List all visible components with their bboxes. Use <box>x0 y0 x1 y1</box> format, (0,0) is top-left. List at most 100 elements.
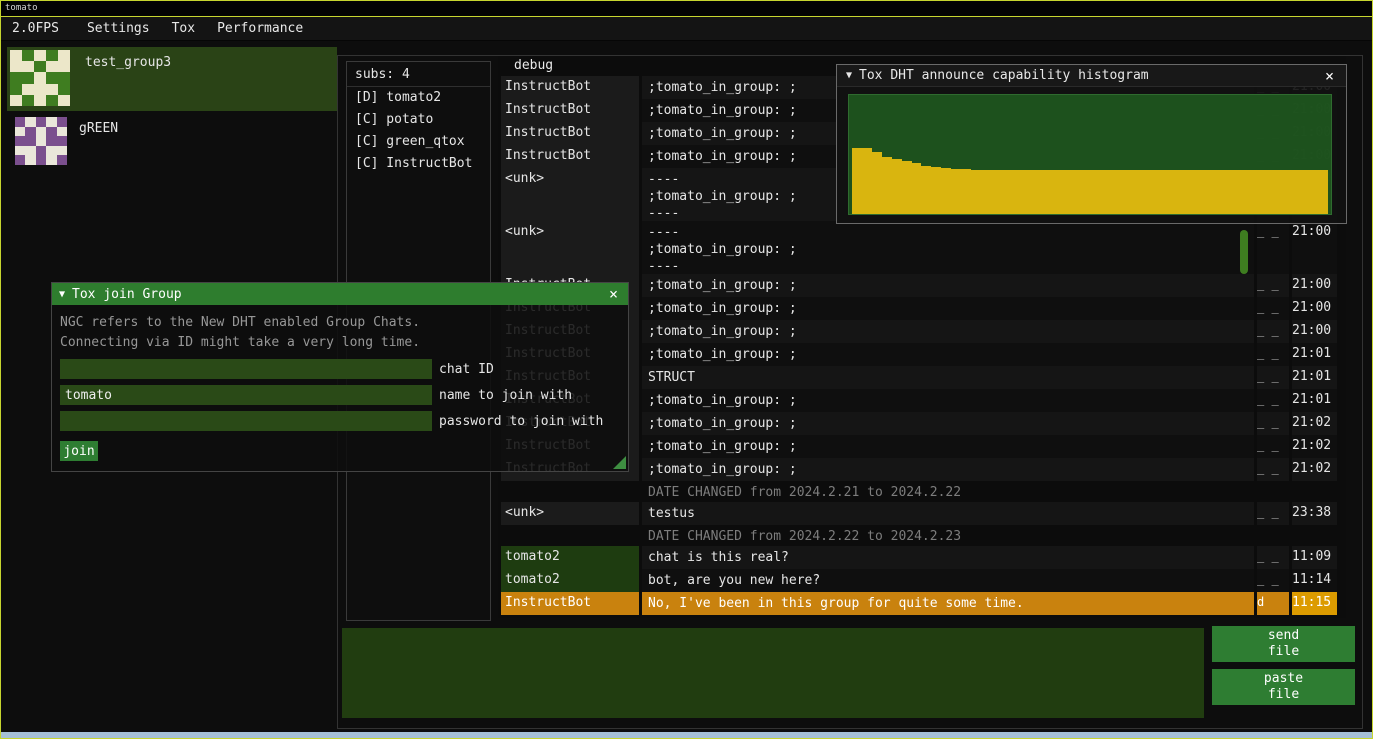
join-name-field[interactable] <box>60 385 432 405</box>
join-password-field[interactable] <box>60 411 432 431</box>
chat-message-row[interactable]: tomato2bot, are you new here?_ _11:14 <box>498 569 1346 592</box>
group-item-gREEN[interactable]: gREEN <box>7 113 337 175</box>
chat-message-row[interactable]: <unk>---- ;tomato_in_group: ; ----_ _21:… <box>498 221 1346 274</box>
message-text-cell: No, I've been in this group for quite so… <box>642 592 1254 615</box>
paste-file-button[interactable]: paste file <box>1212 669 1355 705</box>
date-changed-text: DATE CHANGED from 2024.2.21 to 2024.2.22 <box>642 481 1254 502</box>
tab-debug[interactable]: debug <box>514 58 553 73</box>
window-titlebar[interactable]: tomato <box>1 1 1372 17</box>
chat-message-row[interactable]: <unk>testus_ _23:38 <box>498 502 1346 525</box>
dht-histogram-window: ▼ Tox DHT announce capability histogram … <box>836 64 1347 224</box>
avatar-pixel <box>10 61 22 72</box>
histogram-titlebar[interactable]: ▼ Tox DHT announce capability histogram … <box>837 65 1346 87</box>
subs-member-item[interactable]: [C] potato <box>347 109 490 131</box>
avatar-pixel <box>25 146 35 156</box>
subs-count-header: subs: 4 <box>347 62 490 87</box>
resize-grip[interactable] <box>613 456 626 469</box>
sender-name-cell: InstructBot <box>501 145 639 168</box>
avatar-pixel <box>34 95 46 106</box>
message-text-cell: chat is this real? <box>642 546 1254 569</box>
group-list: test_group3 gREEN <box>7 47 337 177</box>
message-time-cell: 21:01 <box>1292 366 1337 389</box>
avatar-pixel <box>34 84 46 95</box>
histogram-bar <box>1179 170 1189 214</box>
avatar-pixel <box>22 61 34 72</box>
ngc-info-line-1: NGC refers to the New DHT enabled Group … <box>60 313 620 333</box>
subs-member-item[interactable]: [D] tomato2 <box>347 87 490 109</box>
avatar-pixel <box>57 146 67 156</box>
collapse-arrow-icon[interactable]: ▼ <box>846 70 852 81</box>
avatar-pixel <box>46 50 58 61</box>
file-button-column: send file paste file <box>1212 626 1355 712</box>
message-time-cell <box>1292 481 1337 502</box>
avatar-pixel <box>46 84 58 95</box>
subs-member-item[interactable]: [C] green_qtox <box>347 131 490 153</box>
histogram-bar <box>872 152 882 214</box>
message-time-cell: 21:00 <box>1292 297 1337 320</box>
histogram-bar <box>921 166 931 214</box>
message-time-cell: 21:02 <box>1292 435 1337 458</box>
group-avatar <box>15 117 67 165</box>
subs-member-list: [D] tomato2[C] potato[C] green_qtox[C] I… <box>347 87 490 175</box>
chat-id-field[interactable] <box>60 359 432 379</box>
histogram-title: Tox DHT announce capability histogram <box>859 68 1149 83</box>
histogram-bar <box>1199 170 1209 214</box>
histogram-bar <box>1279 170 1289 214</box>
message-time-cell <box>1292 525 1337 546</box>
close-icon[interactable]: × <box>606 285 621 303</box>
message-status-cell: d <box>1257 592 1289 615</box>
histogram-bar <box>1298 170 1308 214</box>
message-input[interactable] <box>342 628 1204 718</box>
histogram-bar <box>1070 170 1080 214</box>
histogram-bar <box>1189 170 1199 214</box>
sender-name-cell: InstructBot <box>501 592 639 615</box>
message-text-cell: STRUCT <box>642 366 1254 389</box>
chat-scrollbar-thumb[interactable] <box>1240 230 1248 274</box>
message-time-cell: 23:38 <box>1292 502 1337 525</box>
message-status-cell: _ _ <box>1257 366 1289 389</box>
histogram-bar <box>1308 170 1318 214</box>
message-text-cell: ;tomato_in_group: ; <box>642 320 1254 343</box>
histogram-bar <box>1011 170 1021 214</box>
collapse-arrow-icon[interactable]: ▼ <box>59 289 65 300</box>
window-bottom-edge <box>1 732 1372 738</box>
histogram-bar <box>1160 170 1170 214</box>
avatar-pixel <box>10 72 22 83</box>
group-item-test_group3[interactable]: test_group3 <box>7 47 337 111</box>
menu-settings[interactable]: Settings <box>76 18 161 39</box>
histogram-bar <box>1269 170 1279 214</box>
message-status-cell: _ _ <box>1257 343 1289 366</box>
ngc-info-line-2: Connecting via ID might take a very long… <box>60 333 620 353</box>
menu-performance[interactable]: Performance <box>206 18 314 39</box>
message-time-cell: 21:00 <box>1292 221 1337 274</box>
send-file-button[interactable]: send file <box>1212 626 1355 662</box>
histogram-plot-area[interactable] <box>848 94 1332 215</box>
avatar-pixel <box>34 61 46 72</box>
avatar-pixel <box>58 84 70 95</box>
avatar-pixel <box>36 146 46 156</box>
avatar-pixel <box>46 72 58 83</box>
close-icon[interactable]: × <box>1322 67 1337 85</box>
join-button[interactable]: join <box>60 441 98 461</box>
histogram-bar <box>882 157 892 214</box>
histogram-bar <box>902 161 912 214</box>
join-password-label: password to join with <box>439 414 603 429</box>
avatar-pixel <box>58 50 70 61</box>
chat-message-row[interactable]: InstructBotNo, I've been in this group f… <box>498 592 1346 615</box>
avatar-pixel <box>36 127 46 137</box>
histogram-bar <box>852 148 862 214</box>
histogram-bar <box>1080 170 1090 214</box>
sender-name-cell: InstructBot <box>501 76 639 99</box>
message-status-cell: _ _ <box>1257 297 1289 320</box>
subs-member-item[interactable]: [C] InstructBot <box>347 153 490 175</box>
join-name-label: name to join with <box>439 388 572 403</box>
sender-name-cell: InstructBot <box>501 122 639 145</box>
menu-tox[interactable]: Tox <box>161 18 206 39</box>
avatar-pixel <box>57 127 67 137</box>
message-text-cell: ;tomato_in_group: ; <box>642 297 1254 320</box>
avatar-pixel <box>22 95 34 106</box>
histogram-bar <box>961 169 971 214</box>
message-text-cell: ;tomato_in_group: ; <box>642 274 1254 297</box>
chat-message-row[interactable]: tomato2chat is this real?_ _11:09 <box>498 546 1346 569</box>
join-dialog-titlebar[interactable]: ▼ Tox join Group × <box>52 283 628 305</box>
